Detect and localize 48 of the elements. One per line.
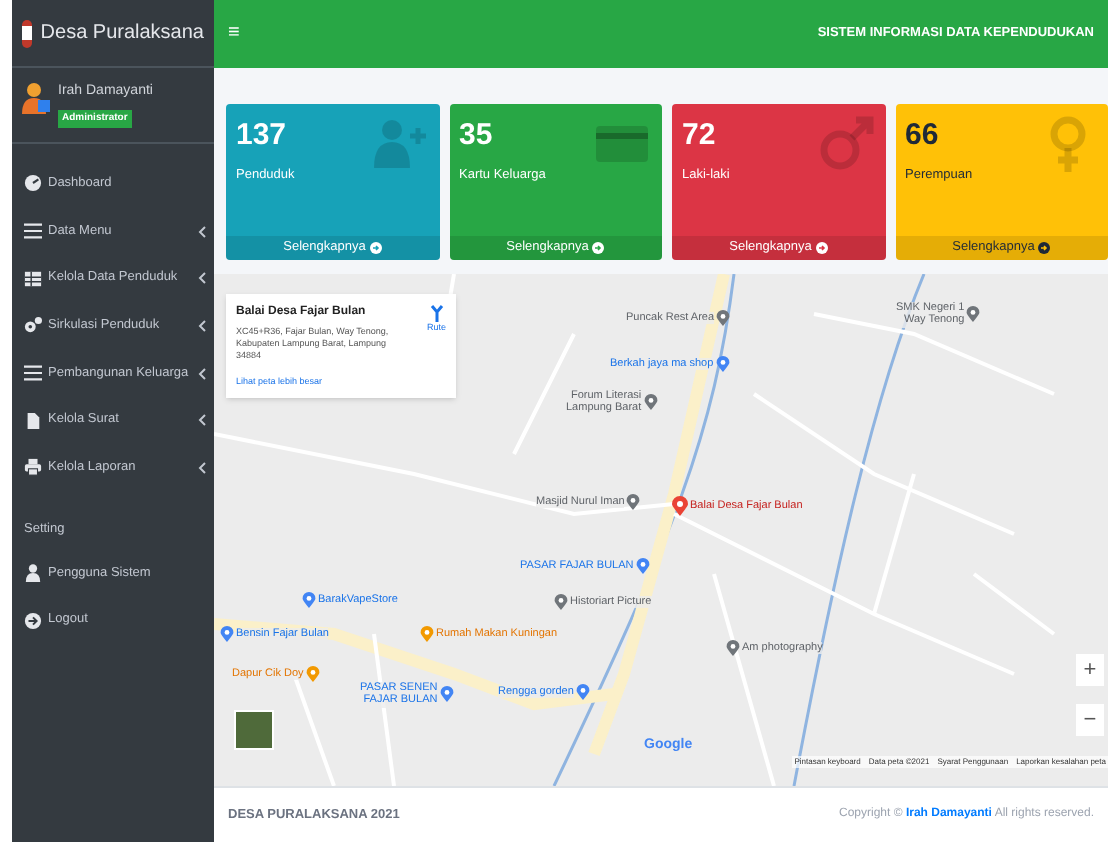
map-pin-icon[interactable] <box>220 626 234 642</box>
map-pin-icon[interactable] <box>726 640 740 656</box>
arrow-circle-icon <box>369 242 382 254</box>
map-pin-icon[interactable] <box>420 626 434 642</box>
person-plus-icon <box>371 116 427 172</box>
stat-value: 72 <box>682 120 716 150</box>
arrow-circle-icon <box>815 242 828 254</box>
list-icon <box>24 364 42 383</box>
male-sign-icon <box>817 116 873 172</box>
logo-icon <box>22 19 33 47</box>
map-pin-icon[interactable] <box>635 558 650 574</box>
chevron-left-icon <box>198 414 206 427</box>
stat-value: 66 <box>905 120 939 150</box>
map-pin-icon[interactable] <box>716 310 731 326</box>
directions-icon <box>429 304 444 322</box>
chevron-left-icon <box>198 367 206 380</box>
list-icon <box>24 222 42 241</box>
chevron-left-icon <box>198 319 206 332</box>
arrow-circle-icon <box>592 242 605 254</box>
menu-toggle[interactable]: ≡ <box>228 24 240 44</box>
chevron-left-icon <box>198 225 206 238</box>
table-icon <box>24 269 42 288</box>
chevron-left-icon <box>198 272 206 285</box>
user-icon <box>24 563 42 582</box>
map-pin-icon[interactable] <box>672 494 688 518</box>
arrow-circle-icon <box>1038 242 1051 254</box>
map-pin-icon[interactable] <box>302 592 316 608</box>
arrow-circle-icon <box>24 611 42 630</box>
printer-icon <box>24 458 42 477</box>
map-pin-icon[interactable] <box>439 686 454 703</box>
map-pin-icon[interactable] <box>305 666 320 682</box>
gauge-icon <box>24 174 42 193</box>
map-pin-icon[interactable] <box>715 356 730 372</box>
zoom-out-button[interactable]: − <box>1076 704 1104 736</box>
map-pin-icon[interactable] <box>626 494 641 510</box>
map-pin-icon[interactable] <box>554 594 568 610</box>
stat-value: 35 <box>459 120 493 150</box>
stat-value: 137 <box>236 120 287 150</box>
map-pin-icon[interactable] <box>575 684 590 700</box>
brand-title: Desa Puralaksana <box>40 20 204 48</box>
zoom-in-button[interactable]: + <box>1076 654 1104 686</box>
chevron-left-icon <box>198 461 206 474</box>
gears-icon <box>24 316 42 335</box>
file-icon <box>24 411 42 430</box>
map-pin-icon[interactable] <box>643 394 658 411</box>
map-pin-icon[interactable] <box>966 306 981 323</box>
satellite-thumbnail[interactable] <box>234 710 274 750</box>
user-avatar-icon <box>22 82 50 114</box>
